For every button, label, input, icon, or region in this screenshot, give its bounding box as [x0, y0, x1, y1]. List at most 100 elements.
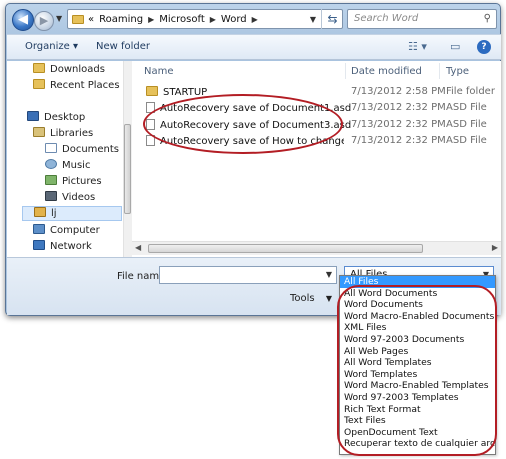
- new-folder-button[interactable]: New folder: [96, 41, 150, 52]
- sidebar-item-recent-places[interactable]: Recent Places: [33, 79, 120, 91]
- file-row[interactable]: AutoRecovery save of Document1.asd: [146, 102, 351, 114]
- documents-icon: [45, 143, 57, 153]
- scroll-left-icon[interactable]: ◀: [135, 243, 141, 252]
- folder-icon: [72, 14, 84, 24]
- open-file-dialog: ◀ ▶ ▼ « Roaming ▶ Microsoft ▶ Word ▶ ▼ ⇆…: [5, 3, 501, 316]
- sidebar-item-videos[interactable]: Videos: [45, 191, 95, 203]
- sidebar-item-label: Computer: [50, 225, 100, 236]
- file-date: 7/13/2012 2:32 PM: [351, 102, 446, 113]
- file-row[interactable]: AutoRecovery save of Document3.asd: [146, 119, 351, 131]
- dropdown-option[interactable]: All Web Pages: [340, 346, 495, 358]
- sidebar-item-lj[interactable]: lj: [22, 206, 122, 221]
- file-icon: [146, 119, 155, 130]
- file-name: AutoRecovery save of How to change an...: [160, 136, 344, 147]
- dropdown-option[interactable]: Rich Text Format: [340, 404, 495, 416]
- file-name-input[interactable]: ▼: [159, 266, 337, 284]
- sidebar-item-label: Libraries: [50, 128, 94, 139]
- dropdown-option[interactable]: All Word Templates: [340, 357, 495, 369]
- dropdown-option[interactable]: Word Macro-Enabled Documents: [340, 311, 495, 323]
- column-header-name[interactable]: Name: [144, 66, 174, 77]
- column-header-type[interactable]: Type: [446, 66, 469, 77]
- file-type-dropdown-list: All Files All Word Documents Word Docume…: [339, 275, 496, 455]
- back-button[interactable]: ◀: [12, 9, 34, 31]
- file-row[interactable]: STARTUP: [146, 86, 207, 98]
- sidebar-item-computer[interactable]: Computer: [33, 224, 100, 236]
- dropdown-option[interactable]: All Word Documents: [340, 288, 495, 300]
- refresh-button[interactable]: ⇆: [321, 9, 343, 29]
- libraries-icon: [33, 127, 45, 137]
- sidebar-item-network[interactable]: Network: [33, 240, 92, 252]
- sidebar-item-label: Recent Places: [50, 80, 120, 91]
- file-icon: [146, 135, 155, 146]
- search-icon[interactable]: ⚲: [484, 10, 491, 28]
- chevron-down-icon[interactable]: ▼: [326, 270, 332, 279]
- file-date: 7/13/2012 2:58 PM: [351, 86, 446, 97]
- breadcrumb-item-roaming[interactable]: Roaming: [99, 14, 143, 25]
- file-name: STARTUP: [163, 87, 208, 98]
- breadcrumb-overflow[interactable]: «: [88, 14, 94, 25]
- network-icon: [33, 240, 45, 250]
- file-list-hscrollbar[interactable]: ◀ ▶: [132, 241, 501, 255]
- user-folder-icon: [34, 207, 46, 217]
- file-type: ASD File: [446, 135, 487, 146]
- sidebar-item-label: Pictures: [62, 176, 102, 187]
- help-icon[interactable]: ?: [477, 40, 491, 54]
- sidebar-item-libraries[interactable]: Libraries: [33, 127, 93, 139]
- dropdown-option[interactable]: Recuperar texto de cualquier archivo: [340, 438, 495, 450]
- hscroll-thumb[interactable]: [148, 244, 423, 253]
- command-toolbar: Organize ▾ New folder ☷ ▾ ▭ ?: [7, 34, 501, 60]
- file-list-pane: Name Date modified Type STARTUP 7/13/201…: [132, 61, 501, 257]
- dropdown-option[interactable]: All Files: [340, 276, 495, 288]
- chevron-right-icon[interactable]: ▶: [210, 15, 216, 24]
- tools-button[interactable]: Tools ▼: [290, 293, 332, 304]
- search-input[interactable]: Search Word ⚲: [347, 9, 497, 29]
- file-type: ASD File: [446, 102, 487, 113]
- sidebar-item-documents[interactable]: Documents: [45, 143, 119, 155]
- breadcrumb-item-word[interactable]: Word: [221, 14, 247, 25]
- sidebar-item-label: Music: [62, 160, 91, 171]
- chevron-right-icon[interactable]: ▶: [148, 15, 154, 24]
- preview-pane-icon[interactable]: ▭: [450, 40, 460, 53]
- videos-icon: [45, 191, 57, 201]
- dropdown-option[interactable]: Word 97-2003 Templates: [340, 392, 495, 404]
- file-icon: [146, 102, 155, 113]
- file-name: AutoRecovery save of Document1.asd: [160, 103, 352, 114]
- search-placeholder: Search Word: [354, 13, 419, 24]
- dropdown-option[interactable]: Word 97-2003 Documents: [340, 334, 495, 346]
- recent-places-icon: [33, 79, 45, 89]
- breadcrumb-item-microsoft[interactable]: Microsoft: [159, 14, 205, 25]
- downloads-folder-icon: [33, 63, 45, 73]
- nav-pane-scroll-thumb[interactable]: [124, 124, 131, 214]
- sidebar-item-label: Documents: [62, 144, 120, 155]
- tools-label: Tools: [290, 293, 315, 304]
- column-header-date-modified[interactable]: Date modified: [351, 66, 422, 77]
- sidebar-item-desktop[interactable]: Desktop: [27, 111, 85, 123]
- address-dropdown-icon[interactable]: ▼: [310, 15, 316, 24]
- dropdown-option[interactable]: XML Files: [340, 322, 495, 334]
- dropdown-option[interactable]: OpenDocument Text: [340, 427, 495, 439]
- file-row[interactable]: AutoRecovery save of How to change an...: [146, 135, 344, 147]
- column-divider[interactable]: [439, 63, 440, 79]
- address-bar[interactable]: « Roaming ▶ Microsoft ▶ Word ▶ ▼: [67, 9, 343, 29]
- sidebar-item-music[interactable]: Music: [45, 159, 90, 171]
- sidebar-item-downloads[interactable]: Downloads: [33, 63, 105, 75]
- sidebar-item-label: Downloads: [50, 64, 105, 75]
- sidebar-item-pictures[interactable]: Pictures: [45, 175, 102, 187]
- column-divider[interactable]: [345, 63, 346, 79]
- chevron-right-icon[interactable]: ▶: [252, 15, 258, 24]
- desktop-icon: [27, 111, 39, 121]
- sidebar-item-label: Network: [50, 241, 92, 252]
- computer-icon: [33, 224, 45, 234]
- file-date: 7/13/2012 2:32 PM: [351, 119, 446, 130]
- dropdown-option[interactable]: Text Files: [340, 415, 495, 427]
- recent-locations-dropdown-icon[interactable]: ▼: [56, 14, 62, 23]
- organize-button[interactable]: Organize ▾: [25, 41, 78, 52]
- scroll-right-icon[interactable]: ▶: [492, 243, 498, 252]
- view-options-icon[interactable]: ☷ ▾: [408, 40, 427, 53]
- dropdown-option[interactable]: Word Templates: [340, 369, 495, 381]
- dropdown-option[interactable]: Word Macro-Enabled Templates: [340, 380, 495, 392]
- file-type: File folder: [446, 86, 495, 97]
- dropdown-option[interactable]: Word Documents: [340, 299, 495, 311]
- forward-button[interactable]: ▶: [34, 11, 54, 31]
- navigation-pane: Downloads Recent Places Desktop Librarie…: [7, 61, 129, 257]
